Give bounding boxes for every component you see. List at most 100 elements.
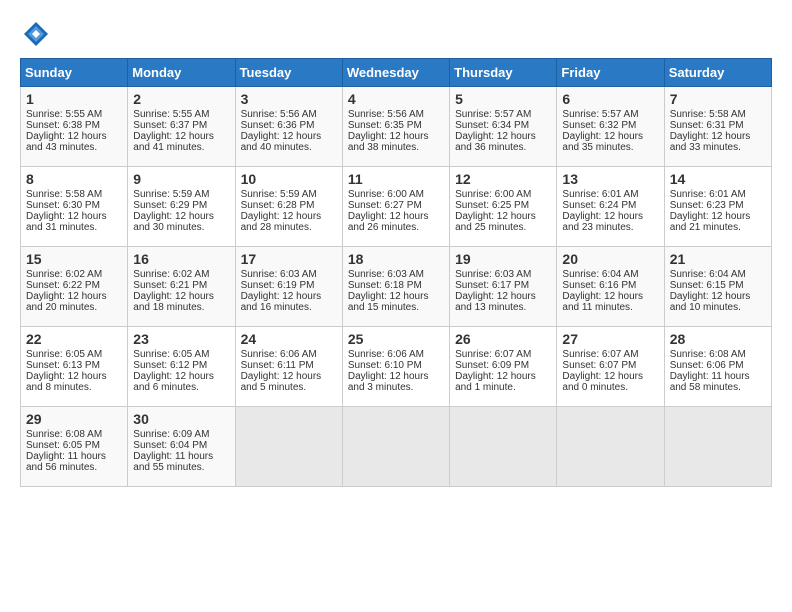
sunrise-text: Sunrise: 6:08 AM [670,349,746,360]
sunrise-text: Sunrise: 6:00 AM [455,189,531,200]
sunset-text: Sunset: 6:07 PM [562,360,636,371]
calendar-cell [664,407,771,487]
calendar-cell: 28Sunrise: 6:08 AMSunset: 6:06 PMDayligh… [664,327,771,407]
calendar-cell: 14Sunrise: 6:01 AMSunset: 6:23 PMDayligh… [664,167,771,247]
day-number: 7 [670,91,766,107]
daylight-text: Daylight: 12 hours and 1 minute. [455,371,536,393]
sunset-text: Sunset: 6:12 PM [133,360,207,371]
daylight-text: Daylight: 12 hours and 21 minutes. [670,211,751,233]
daylight-text: Daylight: 12 hours and 33 minutes. [670,131,751,153]
sunrise-text: Sunrise: 6:07 AM [562,349,638,360]
calendar-cell: 10Sunrise: 5:59 AMSunset: 6:28 PMDayligh… [235,167,342,247]
daylight-text: Daylight: 12 hours and 6 minutes. [133,371,214,393]
daylight-text: Daylight: 12 hours and 36 minutes. [455,131,536,153]
sunset-text: Sunset: 6:27 PM [348,200,422,211]
calendar-cell: 26Sunrise: 6:07 AMSunset: 6:09 PMDayligh… [450,327,557,407]
sunset-text: Sunset: 6:30 PM [26,200,100,211]
sunrise-text: Sunrise: 5:59 AM [133,189,209,200]
sunset-text: Sunset: 6:10 PM [348,360,422,371]
daylight-text: Daylight: 12 hours and 15 minutes. [348,291,429,313]
calendar-cell: 23 Sunrise: 6:05 AMSunset: 6:12 PMDayligh… [128,327,235,407]
day-number: 22 [26,331,122,347]
day-header-thursday: Thursday [450,59,557,87]
sunset-text: Sunset: 6:38 PM [26,120,100,131]
calendar-cell [342,407,449,487]
day-header-friday: Friday [557,59,664,87]
day-number: 1 [26,91,122,107]
day-number: 9 [133,171,229,187]
calendar-cell: 16Sunrise: 6:02 AMSunset: 6:21 PMDayligh… [128,247,235,327]
daylight-text: Daylight: 12 hours and 11 minutes. [562,291,643,313]
daylight-text: Daylight: 12 hours and 10 minutes. [670,291,751,313]
day-header-saturday: Saturday [664,59,771,87]
sunset-text: Sunset: 6:34 PM [455,120,529,131]
day-number: 5 [455,91,551,107]
calendar-cell: 2Sunrise: 5:55 AMSunset: 6:37 PMDaylight… [128,87,235,167]
calendar-cell [450,407,557,487]
sunset-text: Sunset: 6:36 PM [241,120,315,131]
day-number: 25 [348,331,444,347]
sunrise-text: Sunrise: 5:55 AM [133,109,209,120]
sunrise-text: Sunrise: 6:03 AM [348,269,424,280]
sunset-text: Sunset: 6:11 PM [241,360,314,371]
sunrise-text: Sunrise: 6:05 AM [133,349,209,360]
sunset-text: Sunset: 6:23 PM [670,200,744,211]
day-number: 3 [241,91,337,107]
day-header-sunday: Sunday [21,59,128,87]
daylight-text: Daylight: 12 hours and 30 minutes. [133,211,214,233]
day-number: 29 [26,411,122,427]
daylight-text: Daylight: 12 hours and 43 minutes. [26,131,107,153]
daylight-text: Daylight: 11 hours and 58 minutes. [670,371,750,393]
daylight-text: Daylight: 12 hours and 31 minutes. [26,211,107,233]
daylight-text: Daylight: 12 hours and 0 minutes. [562,371,643,393]
sunrise-text: Sunrise: 6:08 AM [26,429,102,440]
sunset-text: Sunset: 6:09 PM [455,360,529,371]
day-number: 10 [241,171,337,187]
day-number: 24 [241,331,337,347]
calendar-cell: 13Sunrise: 6:01 AMSunset: 6:24 PMDayligh… [557,167,664,247]
day-number: 11 [348,171,444,187]
day-number: 30 [133,411,229,427]
sunset-text: Sunset: 6:22 PM [26,280,100,291]
daylight-text: Daylight: 12 hours and 16 minutes. [241,291,322,313]
sunset-text: Sunset: 6:32 PM [562,120,636,131]
calendar-week-4: 22Sunrise: 6:05 AMSunset: 6:13 PMDayligh… [21,327,772,407]
sunrise-text: Sunrise: 6:04 AM [562,269,638,280]
daylight-text: Daylight: 12 hours and 23 minutes. [562,211,643,233]
sunrise-text: Sunrise: 6:04 AM [670,269,746,280]
calendar-cell: 5Sunrise: 5:57 AMSunset: 6:34 PMDaylight… [450,87,557,167]
calendar-cell: 25Sunrise: 6:06 AMSunset: 6:10 PMDayligh… [342,327,449,407]
calendar-cell: 19Sunrise: 6:03 AMSunset: 6:17 PMDayligh… [450,247,557,327]
sunrise-text: Sunrise: 6:00 AM [348,189,424,200]
sunrise-text: Sunrise: 6:02 AM [26,269,102,280]
logo-icon [22,20,50,48]
sunrise-text: Sunrise: 5:59 AM [241,189,317,200]
calendar-cell: 1Sunrise: 5:55 AMSunset: 6:38 PMDaylight… [21,87,128,167]
sunrise-text: Sunrise: 6:07 AM [455,349,531,360]
daylight-text: Daylight: 12 hours and 5 minutes. [241,371,322,393]
day-number: 20 [562,251,658,267]
calendar-cell: 9Sunrise: 5:59 AMSunset: 6:29 PMDaylight… [128,167,235,247]
sunrise-text: Sunrise: 6:03 AM [241,269,317,280]
calendar-cell: 24Sunrise: 6:06 AMSunset: 6:11 PMDayligh… [235,327,342,407]
sunset-text: Sunset: 6:37 PM [133,120,207,131]
daylight-text: Daylight: 12 hours and 20 minutes. [26,291,107,313]
daylight-text: Daylight: 12 hours and 28 minutes. [241,211,322,233]
calendar-cell [235,407,342,487]
day-number: 16 [133,251,229,267]
sunset-text: Sunset: 6:06 PM [670,360,744,371]
daylight-text: Daylight: 12 hours and 35 minutes. [562,131,643,153]
calendar-cell: 8Sunrise: 5:58 AMSunset: 6:30 PMDaylight… [21,167,128,247]
logo [20,20,50,48]
calendar-cell: 15Sunrise: 6:02 AMSunset: 6:22 PMDayligh… [21,247,128,327]
day-number: 23 [133,331,229,347]
calendar-cell: 22Sunrise: 6:05 AMSunset: 6:13 PMDayligh… [21,327,128,407]
sunset-text: Sunset: 6:35 PM [348,120,422,131]
sunrise-text: Sunrise: 5:58 AM [670,109,746,120]
sunrise-text: Sunrise: 6:01 AM [670,189,746,200]
sunset-text: Sunset: 6:19 PM [241,280,315,291]
calendar-cell: 12Sunrise: 6:00 AMSunset: 6:25 PMDayligh… [450,167,557,247]
daylight-text: Daylight: 12 hours and 13 minutes. [455,291,536,313]
sunrise-text: Sunrise: 6:02 AM [133,269,209,280]
calendar-week-1: 1Sunrise: 5:55 AMSunset: 6:38 PMDaylight… [21,87,772,167]
